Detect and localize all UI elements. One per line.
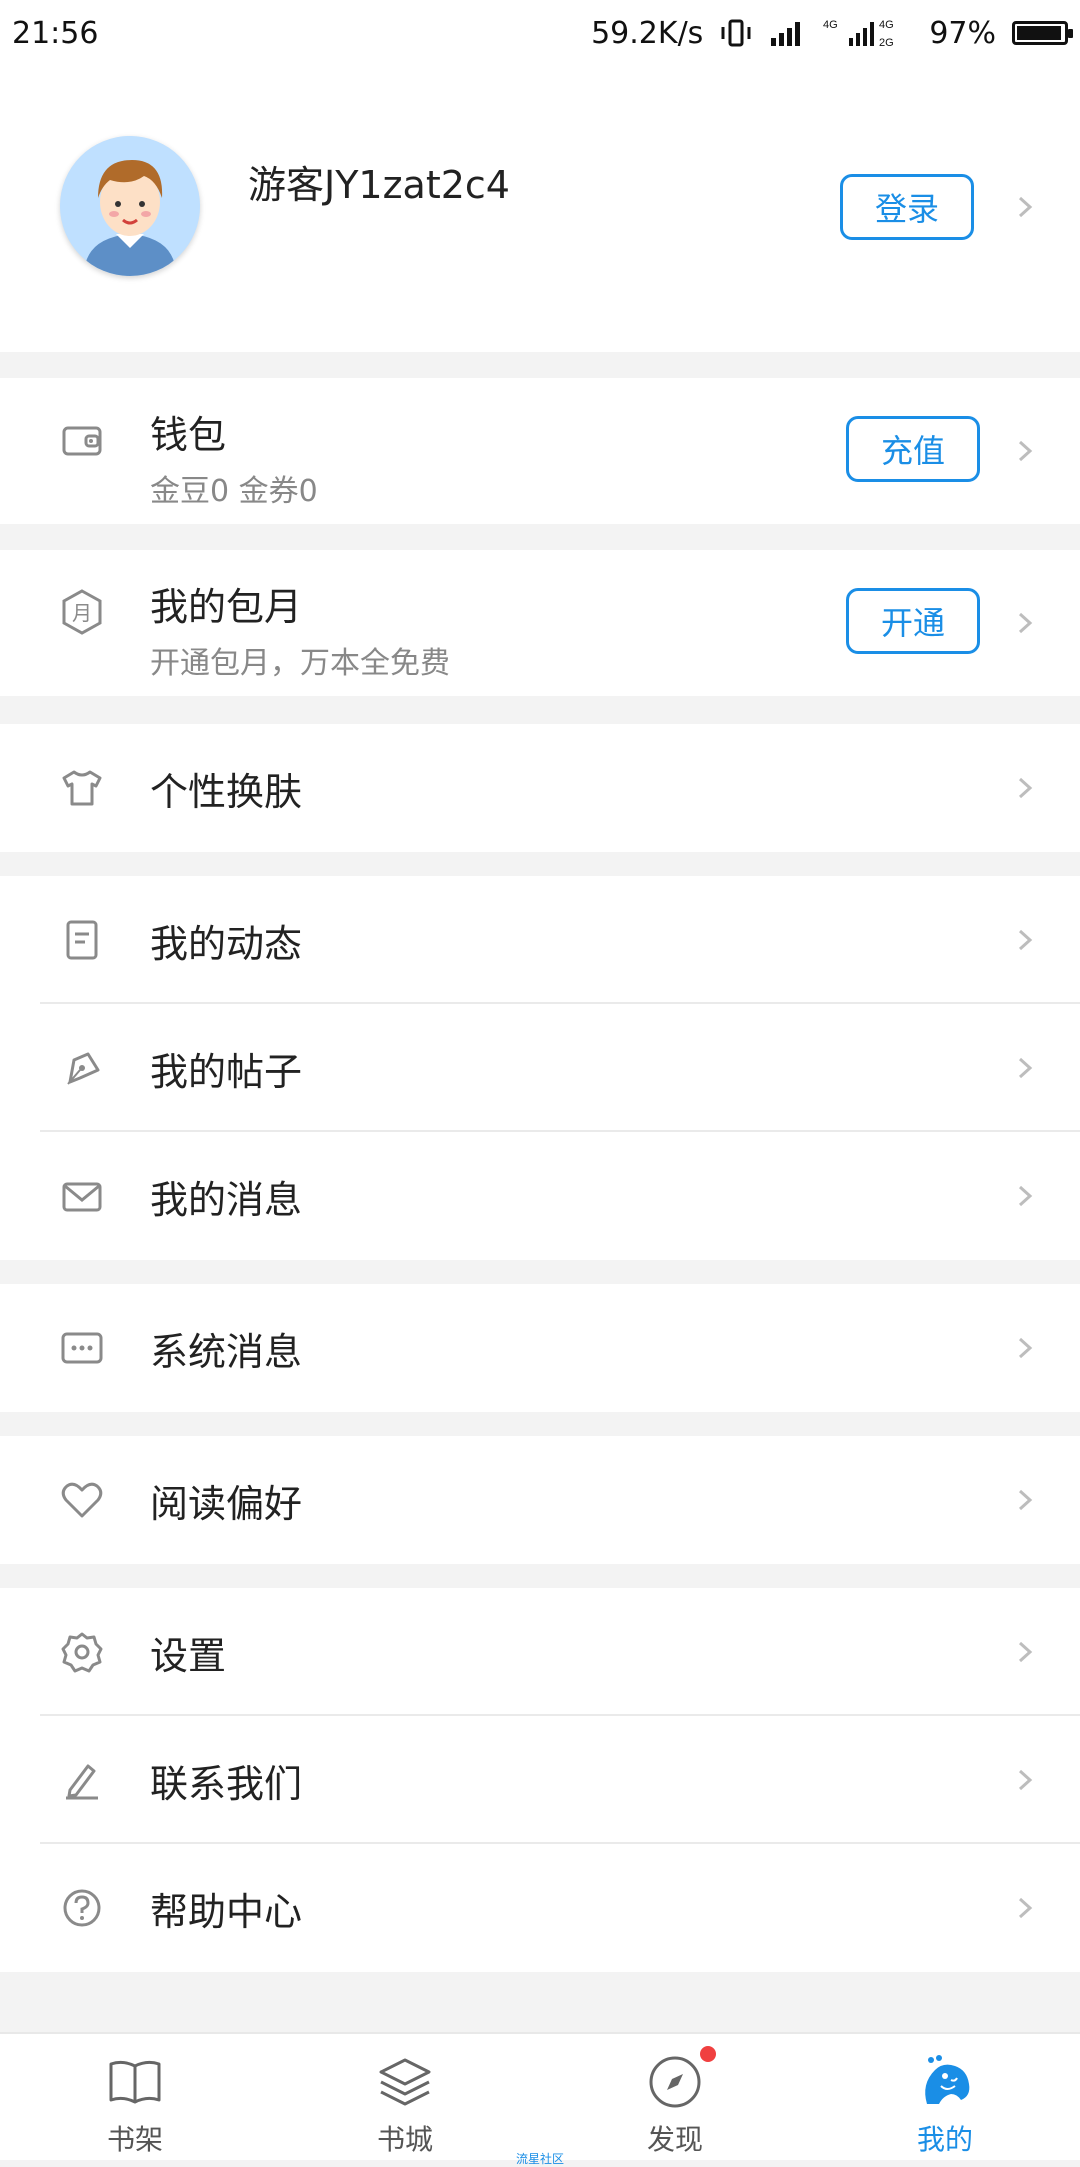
chevron-right-icon[interactable]: [1014, 1769, 1036, 1791]
menu-label-help: 帮助中心: [150, 1889, 303, 1934]
menu-label-messages: 我的消息: [150, 1177, 303, 1222]
activity-section: 我的动态 我的帖子 我的消息: [0, 876, 1080, 1260]
compass-icon: [649, 2056, 701, 2108]
support-section: 设置 联系我们 帮助中心: [0, 1588, 1080, 1972]
status-time: 21:56: [12, 15, 99, 51]
dolphin-mascot-icon: [925, 2055, 970, 2104]
activate-button[interactable]: 开通: [846, 588, 980, 654]
menu-label-settings: 设置: [150, 1633, 227, 1678]
tab-discover[interactable]: 发现: [540, 2034, 810, 2162]
recharge-button[interactable]: 充值: [846, 416, 980, 482]
pen-nib-icon: [67, 1052, 100, 1085]
pencil-icon: [66, 1764, 98, 1800]
menu-item-contact[interactable]: 联系我们: [0, 1716, 1080, 1844]
menu-item-system-messages[interactable]: 系统消息: [0, 1284, 1080, 1412]
menu-item-skin[interactable]: 个性换肤: [0, 724, 1080, 852]
tab-bookstore[interactable]: 书城: [270, 2034, 540, 2162]
menu-label-skin: 个性换肤: [150, 769, 303, 814]
chevron-right-icon[interactable]: [1014, 196, 1036, 218]
wallet-icon: [62, 426, 102, 456]
status-bar: 21:56 59.2K/s 4G 4G 2G 97%: [0, 0, 1080, 66]
signal-4g-icon: 4G 4G 2G: [823, 19, 894, 49]
chevron-right-icon[interactable]: [1014, 1337, 1036, 1359]
layers-icon: [379, 2058, 431, 2106]
svg-text:4G: 4G: [879, 19, 894, 31]
menu-label-contact: 联系我们: [150, 1761, 303, 1806]
battery-percent: 97%: [929, 15, 996, 51]
profile-header[interactable]: 游客JY1zat2c4 登录: [0, 66, 1080, 352]
svg-text:2G: 2G: [879, 37, 894, 49]
system-section: 系统消息: [0, 1284, 1080, 1412]
svg-text:4G: 4G: [823, 19, 838, 31]
avatar[interactable]: [60, 136, 200, 276]
menu-label-preference: 阅读偏好: [150, 1481, 303, 1526]
notification-dot: [700, 2046, 716, 2062]
menu-label-posts: 我的帖子: [150, 1049, 303, 1094]
battery-icon: [1012, 21, 1073, 45]
heart-icon: [61, 1482, 103, 1518]
wallet-balance: 金豆0 金券0: [150, 474, 318, 509]
username: 游客JY1zat2c4: [248, 163, 510, 207]
open-book-icon: [109, 2060, 161, 2104]
chevron-right-icon[interactable]: [1014, 1489, 1036, 1511]
tshirt-icon: [62, 770, 102, 806]
login-button[interactable]: 登录: [840, 174, 974, 240]
gear-icon: [61, 1632, 103, 1673]
signal-icon: [771, 22, 801, 46]
menu-item-messages[interactable]: 我的消息: [0, 1132, 1080, 1260]
chevron-right-icon[interactable]: [1014, 777, 1036, 799]
monthly-subtitle: 开通包月，万本全免费: [150, 646, 450, 681]
chevron-right-icon[interactable]: [1014, 1185, 1036, 1207]
menu-item-dynamic[interactable]: 我的动态: [0, 876, 1080, 1004]
menu-label-system: 系统消息: [150, 1329, 303, 1374]
chevron-right-icon[interactable]: [1014, 929, 1036, 951]
chevron-right-icon[interactable]: [1014, 440, 1036, 462]
chevron-right-icon[interactable]: [1014, 1641, 1036, 1663]
wallet-row[interactable]: 钱包 金豆0 金券0 充值: [0, 378, 1080, 524]
document-icon: [66, 920, 98, 960]
menu-item-preference[interactable]: 阅读偏好: [0, 1436, 1080, 1564]
monthly-section: 月 我的包月 开通包月，万本全免费 开通: [0, 550, 1080, 696]
envelope-icon: [62, 1182, 102, 1212]
chevron-right-icon[interactable]: [1014, 1897, 1036, 1919]
skin-section: 个性换肤: [0, 724, 1080, 852]
menu-item-posts[interactable]: 我的帖子: [0, 1004, 1080, 1132]
menu-item-settings[interactable]: 设置: [0, 1588, 1080, 1716]
menu-label-dynamic: 我的动态: [150, 921, 303, 966]
footer-small-text: 流星社区: [515, 2152, 564, 2166]
vibrate-icon: [721, 19, 751, 47]
chevron-right-icon[interactable]: [1014, 612, 1036, 634]
tab-bookshelf[interactable]: 书架: [0, 2034, 270, 2162]
svg-text:月: 月: [72, 601, 92, 625]
help-circle-icon: [63, 1889, 101, 1927]
monthly-row[interactable]: 月 我的包月 开通包月，万本全免费 开通: [0, 550, 1080, 696]
chevron-right-icon[interactable]: [1014, 1057, 1036, 1079]
chat-bubble-icon: [61, 1332, 103, 1364]
menu-item-help[interactable]: 帮助中心: [0, 1844, 1080, 1972]
monthly-badge-icon: 月: [62, 589, 102, 635]
wallet-title: 钱包: [150, 413, 227, 457]
tab-mine[interactable]: 我的: [810, 2034, 1080, 2162]
wallet-section: 钱包 金豆0 金券0 充值: [0, 378, 1080, 524]
monthly-title: 我的包月: [150, 585, 303, 629]
preference-section: 阅读偏好: [0, 1436, 1080, 1564]
network-speed: 59.2K/s: [591, 15, 704, 51]
bottom-tab-bar: 书架 书城 发现 我的 流星社区: [0, 2032, 1080, 2166]
